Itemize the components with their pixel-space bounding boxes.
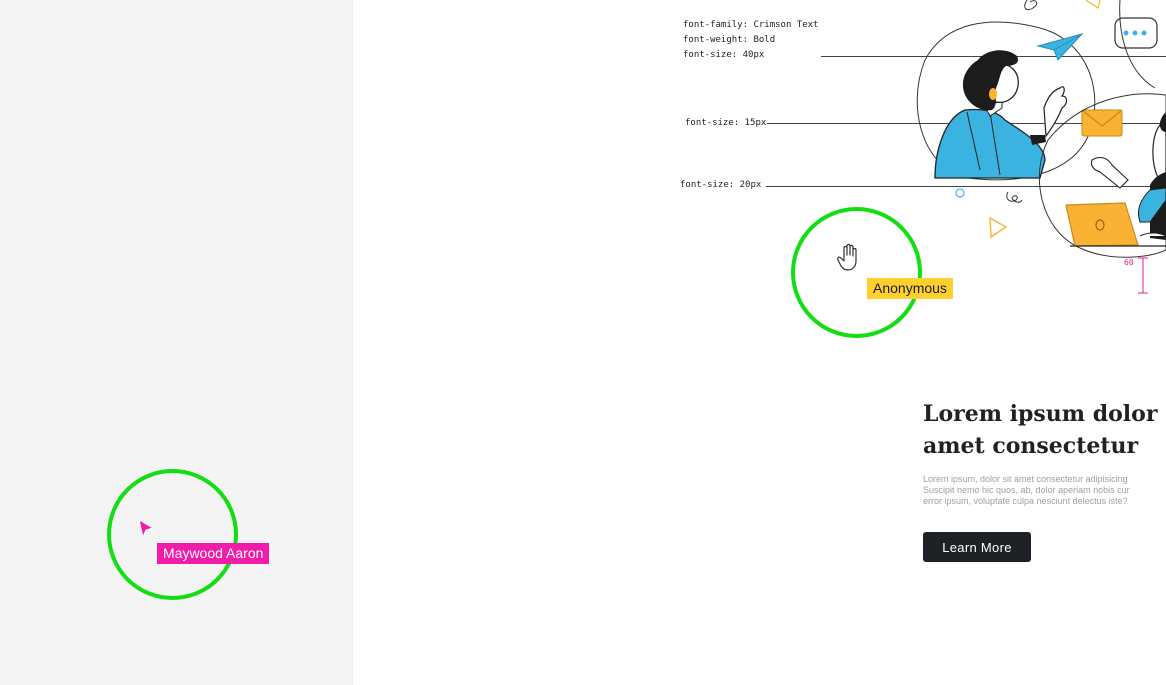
hero-body-text: Lorem ipsum, dolor sit amet consectetur … (923, 474, 1130, 506)
collaborator-label-anonymous: Anonymous (867, 278, 953, 299)
illustration (916, 0, 1166, 294)
collaborator-label-maywood: Maywood Aaron (157, 543, 270, 564)
hand-cursor-icon (837, 243, 857, 271)
envelope-icon (1081, 109, 1123, 137)
arrow-cursor-icon (138, 519, 154, 538)
design-canvas[interactable]: font-family: Crimson Text font-weight: B… (354, 0, 1166, 685)
measure-value: 60 (1124, 258, 1134, 267)
measure-marker (1138, 257, 1148, 294)
learn-more-button[interactable]: Learn More (923, 532, 1031, 562)
hero-heading: Lorem ipsum dolor sit amet consectetur (923, 401, 1166, 459)
paper-plane-icon (1036, 33, 1084, 61)
highlight-ring (107, 469, 238, 600)
